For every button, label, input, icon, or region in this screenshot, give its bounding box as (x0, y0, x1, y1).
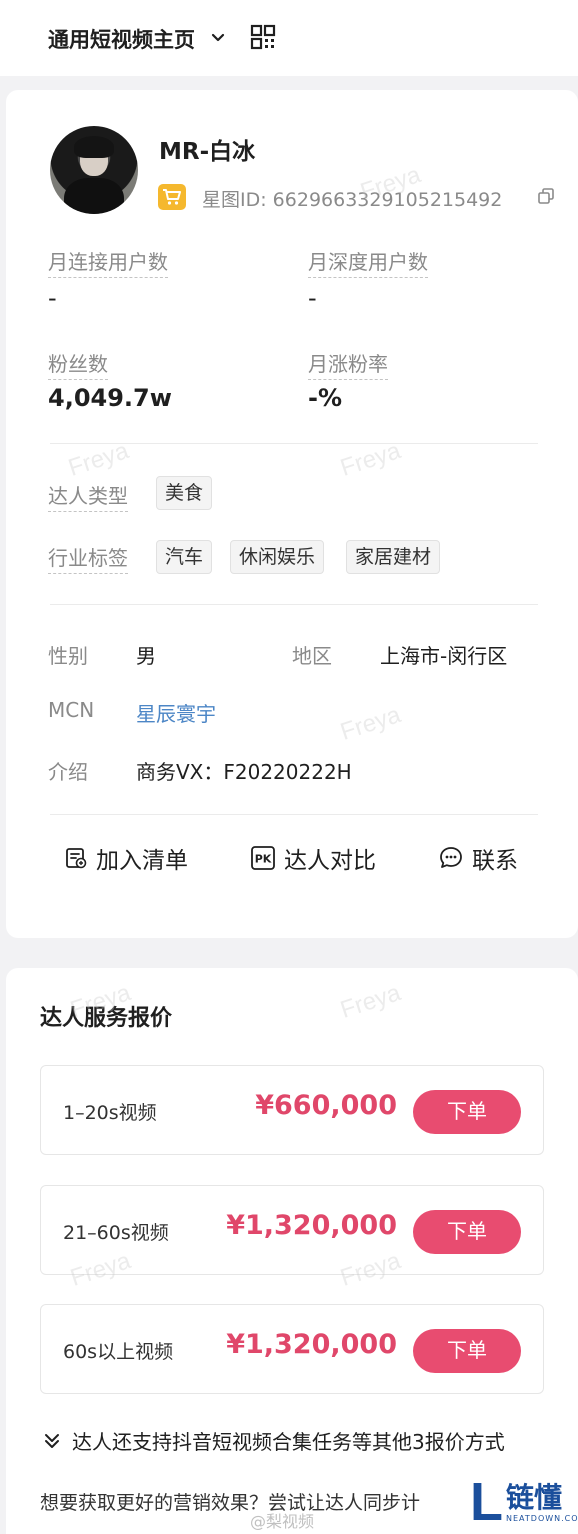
order-button[interactable]: 下单 (413, 1329, 521, 1373)
avatar[interactable] (50, 126, 138, 214)
metric-label-monthly-deep-users[interactable]: 月深度用户数 (308, 246, 428, 278)
price-value: ¥1,320,000 (226, 1210, 397, 1241)
profile-name: MR-白冰 (159, 139, 256, 165)
qr-code-icon[interactable] (250, 24, 276, 50)
pricing-title: 达人服务报价 (40, 1006, 173, 1031)
metric-label-monthly-follower-growth[interactable]: 月涨粉率 (308, 348, 388, 380)
contact-label: 联系 (472, 848, 518, 874)
mcn-link[interactable]: 星辰寰宇 (136, 698, 216, 727)
intro-label: 介绍 (48, 760, 88, 784)
industry-tag: 汽车 (156, 540, 213, 574)
divider (50, 443, 538, 444)
site-logo: L 链懂 NEATDOWN.COM (462, 1470, 578, 1534)
pk-icon: PK (251, 846, 275, 870)
shopping-cart-icon (158, 184, 186, 210)
xingtu-id: 星图ID: 6629663329105215492 (202, 189, 503, 211)
price-row: 60s以上视频 ¥1,320,000 下单 (40, 1304, 544, 1394)
price-row: 21–60s视频 ¥1,320,000 下单 (40, 1185, 544, 1275)
list-add-icon (66, 848, 87, 869)
mcn-label: MCN (48, 698, 95, 722)
metric-value-monthly-follower-growth: -% (308, 384, 343, 412)
region-value: 上海市-闵行区 (380, 644, 508, 668)
industry-label[interactable]: 行业标签 (48, 542, 128, 574)
talent-type-tag: 美食 (156, 476, 213, 510)
price-value: ¥1,320,000 (226, 1329, 397, 1360)
copy-icon[interactable] (538, 188, 554, 204)
metric-label-followers: 粉丝数 (48, 348, 108, 380)
talent-type-label[interactable]: 达人类型 (48, 480, 128, 512)
chat-bubble-icon (440, 847, 462, 868)
price-item-name: 60s以上视频 (63, 1341, 174, 1363)
metric-value-monthly-deep-users: - (308, 284, 317, 312)
top-bar: 通用短视频主页 (0, 0, 578, 76)
price-value: ¥660,000 (255, 1090, 397, 1121)
svg-text:PK: PK (255, 853, 272, 866)
pricing-card: 达人服务报价 1–20s视频 ¥660,000 下单 21–60s视频 ¥1,3… (6, 968, 578, 1534)
metric-label-monthly-connected-users[interactable]: 月连接用户数 (48, 246, 168, 278)
industry-tag: 家居建材 (346, 540, 441, 574)
metric-value-followers: 4,049.7w (48, 384, 172, 412)
compare-label: 达人对比 (284, 848, 376, 874)
region-label: 地区 (292, 644, 332, 668)
double-chevron-down-icon (45, 1433, 59, 1448)
price-item-name: 21–60s视频 (63, 1222, 169, 1244)
price-row: 1–20s视频 ¥660,000 下单 (40, 1065, 544, 1155)
contact-button[interactable]: 联系 (438, 838, 518, 878)
metric-value-monthly-connected-users: - (48, 284, 57, 312)
add-to-list-button[interactable]: 加入清单 (64, 838, 188, 878)
more-pricing-label: 达人还支持抖音短视频合集任务等其他3报价方式 (72, 1430, 505, 1454)
price-item-name: 1–20s视频 (63, 1102, 157, 1124)
divider (50, 604, 538, 605)
gender-label: 性别 (48, 644, 88, 668)
divider (50, 814, 538, 815)
order-button[interactable]: 下单 (413, 1090, 521, 1134)
weibo-watermark: @梨视频 (250, 1512, 315, 1531)
page-switcher-title[interactable]: 通用短视频主页 (48, 24, 195, 54)
industry-tag: 休闲娱乐 (230, 540, 325, 574)
add-to-list-label: 加入清单 (96, 848, 188, 874)
gender-value: 男 (136, 644, 156, 668)
chevron-down-icon[interactable] (208, 28, 228, 48)
compare-button[interactable]: PK 达人对比 (250, 838, 376, 878)
order-button[interactable]: 下单 (413, 1210, 521, 1254)
intro-value: 商务VX：F20220222H (136, 760, 352, 784)
profile-card: MR-白冰 星图ID: 6629663329105215492 月连接用户数 -… (6, 90, 578, 938)
more-pricing-toggle[interactable]: 达人还支持抖音短视频合集任务等其他3报价方式 (42, 1426, 505, 1455)
